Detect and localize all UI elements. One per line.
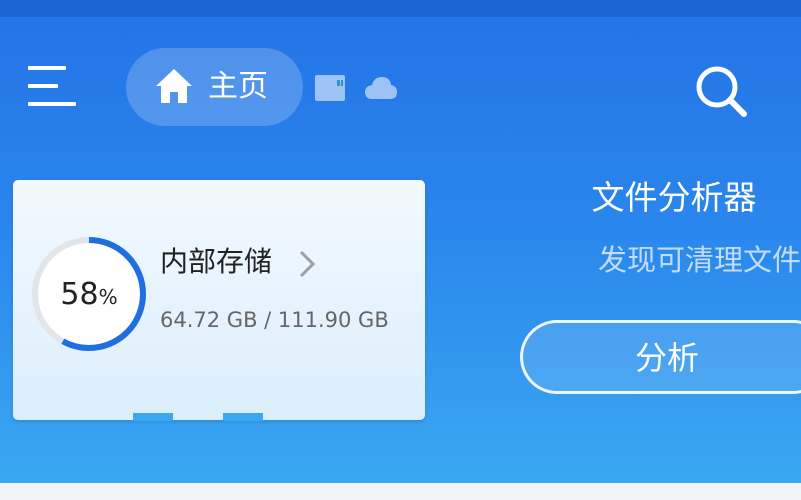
search-icon[interactable] (690, 60, 750, 120)
file-analyzer-title: 文件分析器 (591, 178, 757, 217)
analyze-button[interactable]: 分析 (520, 320, 801, 394)
hamburger-menu-icon-line (28, 102, 76, 106)
storage-percent: 58% (30, 235, 148, 353)
storage-percent-value: 58 (60, 276, 99, 312)
sd-card-icon[interactable] (313, 74, 347, 102)
home-tab[interactable]: 主页 (126, 48, 303, 126)
home-tab-label: 主页 (208, 69, 268, 104)
menu-button[interactable] (24, 62, 80, 112)
bottom-sheet-edge (0, 483, 801, 500)
card-notch (223, 413, 263, 421)
storage-size-text: 64.72 GB / 111.90 GB (160, 308, 389, 332)
storage-title: 内部存储 (160, 245, 273, 278)
internal-storage-card[interactable]: 58% 内部存储 64.72 GB / 111.90 GB (13, 180, 425, 421)
chevron-right-icon (299, 250, 316, 278)
storage-percent-symbol: % (98, 285, 118, 309)
hamburger-menu-icon-line (28, 84, 58, 88)
analyze-button-label: 分析 (635, 339, 700, 377)
status-bar-strip (0, 0, 801, 17)
hamburger-menu-icon (28, 66, 66, 70)
home-icon (156, 69, 192, 103)
cloud-icon[interactable] (364, 74, 398, 102)
file-analyzer-subtitle: 发现可清理文件 (597, 243, 801, 277)
card-notch (133, 413, 173, 421)
